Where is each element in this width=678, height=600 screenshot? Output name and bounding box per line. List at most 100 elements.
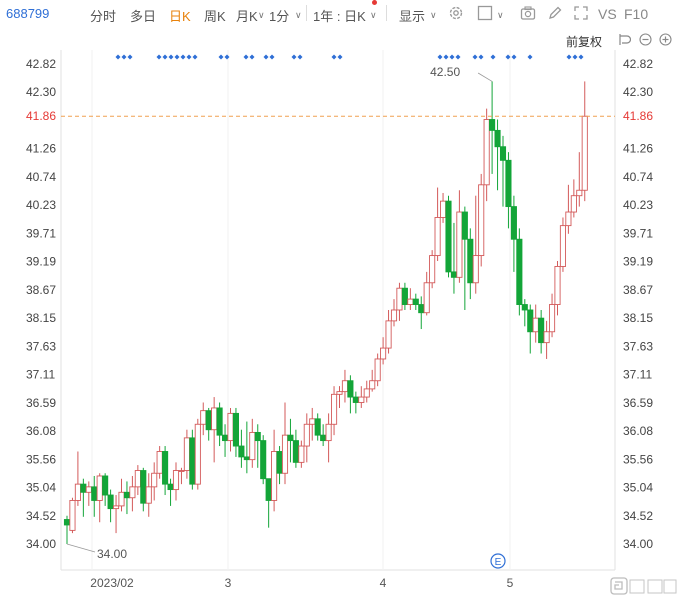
candle-down (314, 418, 321, 436)
y-tick-label-left: 42.82 (26, 57, 56, 71)
y-tick-label-right: 36.59 (623, 396, 653, 410)
event-diamond-marker[interactable] (168, 54, 174, 60)
candle-up (134, 470, 141, 488)
event-diamond-marker[interactable] (127, 54, 133, 60)
square-checkbox-icon[interactable] (477, 5, 493, 21)
y-tick-label-right: 34.52 (623, 509, 653, 523)
candle-up (434, 217, 441, 257)
event-diamond-marker[interactable] (291, 54, 297, 60)
reference-price-label-left: 41.86 (26, 109, 56, 123)
candle-up (336, 391, 343, 395)
event-diamond-marker[interactable] (437, 54, 443, 60)
camera-icon[interactable] (520, 5, 536, 21)
y-tick-label-right: 42.82 (623, 57, 653, 71)
event-diamond-marker[interactable] (455, 54, 461, 60)
event-diamond-marker[interactable] (156, 54, 162, 60)
event-diamond-marker[interactable] (505, 54, 511, 60)
event-diamond-marker[interactable] (337, 54, 343, 60)
candle-up (363, 388, 370, 398)
event-diamond-marker[interactable] (269, 54, 275, 60)
expand-icon[interactable] (573, 5, 589, 21)
minute-dropdown-caret[interactable]: ∨ (293, 6, 302, 21)
event-diamond-marker[interactable] (186, 54, 192, 60)
candle-up (369, 380, 376, 390)
candle-up (532, 317, 539, 333)
candle-up (194, 423, 201, 485)
y-tick-label-right: 39.71 (623, 226, 653, 240)
candle-up (281, 434, 289, 474)
y-tick-label-right: 35.56 (623, 452, 653, 466)
candle-up (380, 347, 387, 360)
event-diamond-marker[interactable] (115, 54, 121, 60)
tab-monthly-k[interactable]: 月K (236, 6, 258, 25)
checkbox-dropdown-caret[interactable]: ∨ (495, 6, 504, 21)
tab-multiday[interactable]: 多日 (130, 6, 156, 25)
x-tick-label: 3 (225, 576, 232, 590)
settings-icon[interactable] (448, 5, 464, 21)
range-selector[interactable]: 1年 : 日K (313, 6, 366, 25)
tab-intraday[interactable]: 分时 (90, 6, 116, 25)
event-diamond-marker[interactable] (180, 54, 186, 60)
event-diamond-marker[interactable] (121, 54, 127, 60)
f10-button[interactable]: F10 (624, 6, 648, 22)
candle-down (91, 486, 98, 501)
event-diamond-marker[interactable] (511, 54, 517, 60)
candle-up (69, 500, 76, 531)
candle-down (538, 317, 545, 344)
event-diamond-marker[interactable] (174, 54, 180, 60)
event-diamond-marker[interactable] (192, 54, 198, 60)
event-diamond-marker[interactable] (578, 54, 584, 60)
candle-down (232, 412, 240, 447)
event-diamond-marker[interactable] (162, 54, 168, 60)
candle-up (249, 431, 256, 461)
candle-up (129, 486, 136, 499)
event-diamond-marker[interactable] (490, 54, 496, 60)
undo-icon[interactable] (618, 33, 631, 46)
tab-minute[interactable]: 1分 (269, 6, 289, 25)
monthly-dropdown-caret[interactable]: ∨ (256, 6, 265, 21)
candle-down (401, 287, 408, 305)
x-axis-labels: 2023/02 3 4 5 (90, 576, 513, 590)
candle-up (331, 393, 338, 425)
tab-weekly-k[interactable]: 周K (204, 6, 226, 25)
y-tick-label-left: 40.74 (26, 170, 56, 184)
y-tick-label-right: 38.67 (623, 283, 653, 297)
vs-button[interactable]: VS (598, 6, 617, 22)
x-tick-label: 2023/02 (90, 576, 134, 590)
event-diamond-marker[interactable] (224, 54, 230, 60)
event-diamond-marker[interactable] (566, 54, 572, 60)
event-diamond-marker[interactable] (572, 54, 578, 60)
chart-toolbar: 688799 分时 多日 日K 周K 月K ∨ 1分 ∨ 1年 : 日K ∨ 显… (0, 0, 678, 28)
event-diamond-marker[interactable] (443, 54, 449, 60)
zoom-out-icon[interactable] (639, 33, 652, 46)
candle-up (429, 255, 436, 284)
event-diamond-marker[interactable] (472, 54, 478, 60)
candle-down (162, 451, 169, 485)
adjust-mode-button[interactable]: 前复权 (566, 33, 602, 50)
tab-daily-k[interactable]: 日K (169, 6, 191, 25)
candle-up (385, 320, 392, 349)
event-diamond-marker[interactable] (331, 54, 337, 60)
x-tick-label: 5 (507, 576, 514, 590)
pen-icon[interactable] (547, 5, 563, 21)
candle-down (123, 491, 130, 499)
y-tick-label-left: 41.26 (26, 142, 56, 156)
y-tick-label-left: 42.30 (26, 85, 56, 99)
event-diamond-marker[interactable] (478, 54, 484, 60)
zoom-in-icon[interactable] (659, 33, 672, 46)
event-diamond-marker[interactable] (527, 54, 533, 60)
min-price-leader (66, 543, 96, 553)
min-price-label: 34.00 (97, 547, 127, 561)
event-diamond-marker[interactable] (263, 54, 269, 60)
event-diamond-marker[interactable] (243, 54, 249, 60)
y-tick-label-left: 39.19 (26, 255, 56, 269)
range-dropdown-caret[interactable]: ∨ (368, 6, 377, 21)
display-menu[interactable]: 显示 (399, 6, 425, 25)
candle-down (216, 407, 223, 436)
display-dropdown-caret[interactable]: ∨ (428, 6, 437, 21)
event-diamond-marker[interactable] (249, 54, 255, 60)
event-diamond-marker[interactable] (297, 54, 303, 60)
event-diamond-marker[interactable] (449, 54, 455, 60)
event-diamond-marker[interactable] (218, 54, 224, 60)
candle-down (499, 146, 507, 161)
